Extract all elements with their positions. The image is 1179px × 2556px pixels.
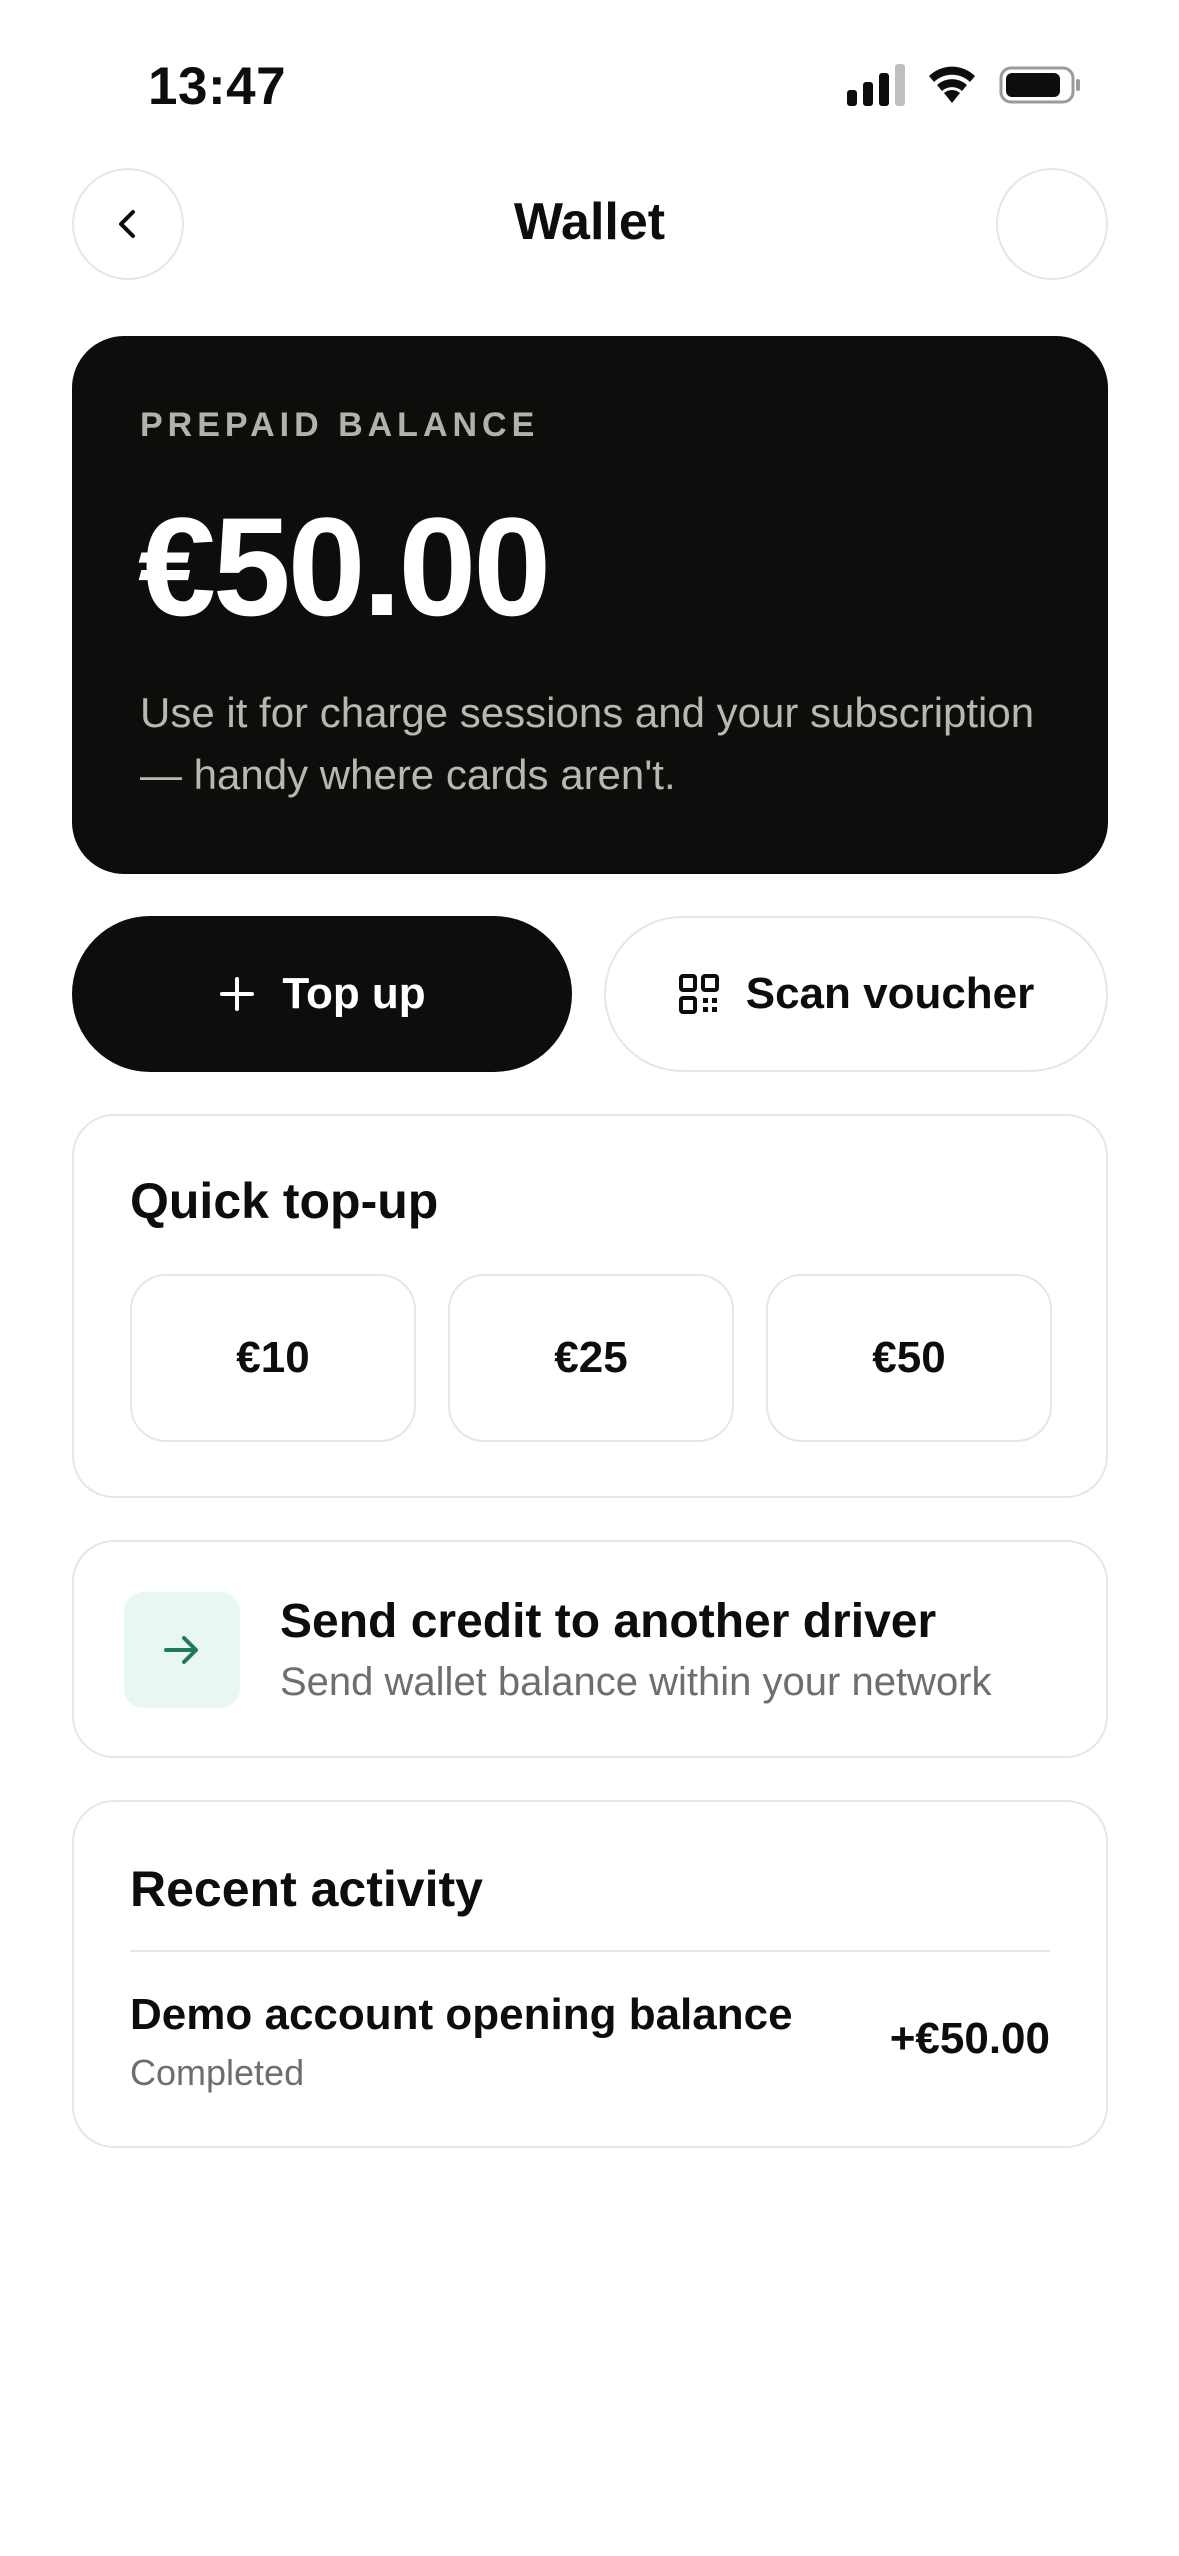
scan-voucher-button[interactable]: Scan voucher [604, 916, 1108, 1072]
scan-voucher-label: Scan voucher [745, 969, 1035, 1018]
balance-description: Use it for charge sessions and your subs… [140, 689, 1035, 798]
arrow-right-icon [164, 1636, 198, 1664]
balance-amount: €50.00 [138, 488, 551, 645]
quick-top-up-card: Quick top-up €10 €25 €50 [72, 1114, 1108, 1498]
send-credit-title: Send credit to another driver [280, 1595, 937, 1648]
plus-icon [220, 977, 255, 1011]
quick-amount-button-50[interactable]: €50 [766, 1274, 1052, 1442]
send-credit-icon-box [124, 1592, 240, 1708]
recent-activity-card: Recent activity Demo account opening bal… [72, 1800, 1108, 2148]
top-up-label: Top up [282, 969, 426, 1018]
header-action-button[interactable] [996, 168, 1108, 280]
status-bar: 13:47 [0, 0, 1179, 170]
status-icons [847, 64, 1083, 106]
send-credit-subtitle: Send wallet balance within your network [280, 1660, 992, 1704]
send-credit-card[interactable]: Send credit to another driver Send walle… [72, 1540, 1108, 1758]
divider [130, 1950, 1050, 1952]
transaction-row[interactable]: Demo account opening balance Completed +… [130, 1982, 1050, 2102]
status-time: 13:47 [148, 57, 287, 116]
cellular-signal-icon [847, 64, 905, 106]
wifi-icon [929, 66, 975, 103]
transaction-status: Completed [130, 2052, 305, 2093]
transaction-amount: +€50.00 [889, 2014, 1050, 2063]
recent-activity-title: Recent activity [130, 1861, 483, 1917]
quick-amount-button-25[interactable]: €25 [448, 1274, 734, 1442]
quick-top-up-title: Quick top-up [130, 1173, 439, 1229]
quick-amount-button-10[interactable]: €10 [130, 1274, 416, 1442]
balance-card: PREPAID BALANCE €50.00 Use it for charge… [72, 336, 1108, 874]
transaction-name: Demo account opening balance [130, 1990, 793, 2039]
battery-icon [999, 66, 1080, 104]
top-up-button[interactable]: Top up [72, 916, 572, 1072]
qr-code-icon [678, 974, 719, 1014]
balance-label: PREPAID BALANCE [140, 406, 540, 444]
